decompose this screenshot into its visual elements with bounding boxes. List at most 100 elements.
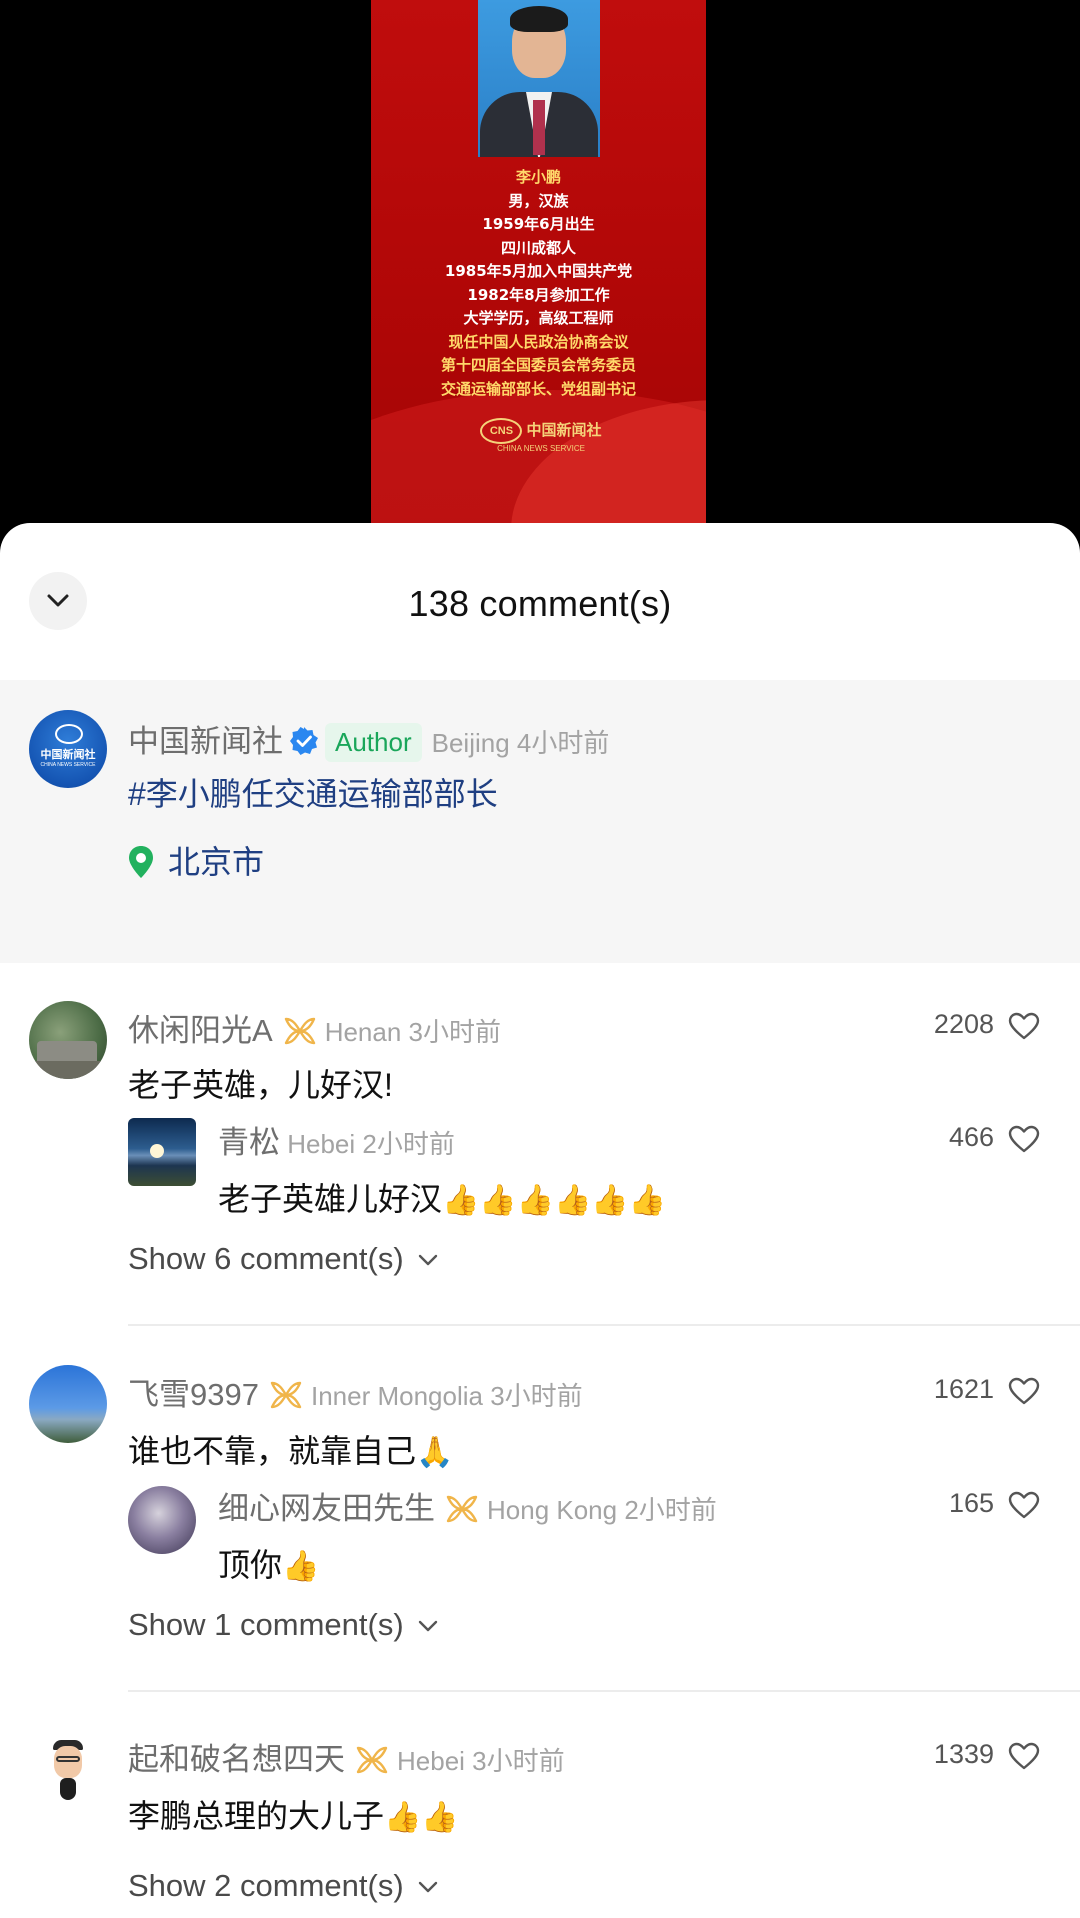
- avatar[interactable]: [29, 1001, 107, 1079]
- like-button[interactable]: 466: [949, 1122, 1040, 1153]
- show-replies-button[interactable]: Show 6 comment(s): [128, 1241, 438, 1277]
- comment-region: Hong Kong: [487, 1495, 618, 1525]
- heart-icon: [1008, 1742, 1040, 1770]
- poster-line: 1959年6月出生: [482, 215, 595, 233]
- like-button[interactable]: 165: [949, 1488, 1040, 1519]
- comment-text-body: 李鹏总理的大儿子: [128, 1798, 385, 1834]
- video-poster: 李小鹏 男，汉族 1959年6月出生 四川成都人 1985年5月加入中国共产党 …: [371, 0, 706, 530]
- username[interactable]: 起和破名想四天: [128, 1742, 345, 1777]
- show-replies-label: Show 2 comment(s): [128, 1868, 404, 1903]
- poster-line: 交通运输部部长、党组副书记: [440, 379, 636, 398]
- comment-time: 3小时前: [490, 1381, 583, 1411]
- comment-text[interactable]: 老子英雄，儿好汉!: [128, 1060, 393, 1106]
- comment-text[interactable]: 李鹏总理的大儿子👍👍: [128, 1791, 459, 1837]
- reply-meta: 细心网友田先生 Hong Kong 2小时前: [218, 1483, 717, 1528]
- location-link[interactable]: 北京市: [128, 837, 264, 883]
- level-badge-icon: [446, 1495, 478, 1523]
- reply-text[interactable]: 老子英雄儿好汉👍👍👍👍👍👍: [218, 1174, 666, 1220]
- thumbs-up-emoji: 👍👍: [384, 1801, 459, 1834]
- like-count: 1339: [933, 1739, 994, 1769]
- like-count: 466: [948, 1122, 994, 1152]
- divider: [128, 1690, 1080, 1692]
- like-count: 2208: [933, 1009, 994, 1039]
- show-replies-label: Show 6 comment(s): [128, 1241, 404, 1276]
- hashtag-link[interactable]: #李小鹏任交通运输部部长: [128, 769, 498, 815]
- video-player[interactable]: 李小鹏 男，汉族 1959年6月出生 四川成都人 1985年5月加入中国共产党 …: [0, 0, 1080, 540]
- show-replies-button[interactable]: Show 2 comment(s): [128, 1868, 438, 1904]
- portrait-photo: [478, 0, 600, 157]
- comment-time: 3小时前: [472, 1746, 565, 1776]
- like-count: 165: [948, 1488, 994, 1518]
- level-badge-icon: [356, 1746, 388, 1774]
- reply-meta: 青松 Hebei 2小时前: [218, 1117, 455, 1162]
- poster-line: 四川成都人: [500, 238, 576, 257]
- avatar-text: 中国新闻社: [40, 749, 96, 761]
- comment-count-title: 138 comment(s): [408, 583, 672, 624]
- poster-line: 男，汉族: [508, 191, 569, 210]
- comment-region: Henan: [324, 1017, 402, 1047]
- poster-line: 1982年8月参加工作: [467, 285, 610, 304]
- reply-text-body: 老子英雄儿好汉: [218, 1181, 443, 1217]
- avatar[interactable]: [29, 1730, 107, 1808]
- avatar[interactable]: [128, 1486, 196, 1554]
- poster-line: 第十四届全国委员会常务委员: [440, 356, 636, 374]
- comment-time: 2小时前: [624, 1495, 717, 1525]
- heart-icon: [1008, 1125, 1040, 1153]
- username[interactable]: 飞雪9397: [128, 1377, 259, 1412]
- comment-region: Hebei: [397, 1746, 465, 1776]
- heart-icon: [1008, 1491, 1040, 1519]
- comment-text-body: 谁也不靠，就靠自己: [128, 1433, 417, 1469]
- author-badge: Author: [325, 723, 422, 762]
- poster-bio: 李小鹏 男，汉族 1959年6月出生 四川成都人 1985年5月加入中国共产党 …: [371, 166, 706, 401]
- comment-meta: 休闲阳光A Henan 3小时前: [128, 1005, 501, 1050]
- poster-line: 李小鹏: [515, 168, 561, 186]
- thumbs-up-emoji: 👍👍👍👍👍👍: [442, 1184, 667, 1217]
- comment-time: 2小时前: [362, 1129, 455, 1159]
- cns-logo-cn: 中国新闻社: [526, 422, 602, 439]
- username[interactable]: 中国新闻社: [128, 724, 283, 759]
- thumbs-up-emoji: 👍: [282, 1550, 320, 1583]
- like-count: 1621: [933, 1374, 994, 1404]
- avatar[interactable]: [29, 1365, 107, 1443]
- comment-time: 3小时前: [408, 1017, 502, 1047]
- username[interactable]: 青松: [218, 1125, 280, 1160]
- like-button[interactable]: 1339: [934, 1739, 1040, 1770]
- comment-region: Inner Mongolia: [310, 1381, 483, 1411]
- reply-text-body: 顶你: [218, 1547, 283, 1583]
- level-badge-icon: [284, 1017, 315, 1045]
- comment-text[interactable]: 谁也不靠，就靠自己🙏: [128, 1426, 453, 1472]
- poster-line: 1985年5月加入中国共产党: [444, 262, 633, 280]
- comment-meta: 中国新闻社 Author Beijing 4小时前: [128, 716, 609, 762]
- comment-sheet: 138 comment(s) 中国新闻社 CHINA NEWS SERVICE …: [0, 523, 1080, 1918]
- location-text: 北京市: [168, 844, 265, 880]
- comment-meta: 飞雪9397 Inner Mongolia 3小时前: [128, 1369, 583, 1414]
- chevron-down-icon: [418, 1881, 437, 1893]
- poster-line: 现任中国人民政治协商会议: [448, 332, 629, 351]
- avatar-subtext: CHINA NEWS SERVICE: [40, 762, 96, 768]
- heart-icon: [1008, 1012, 1040, 1040]
- comment-region: Hebei: [287, 1129, 356, 1159]
- show-replies-button[interactable]: Show 1 comment(s): [128, 1607, 438, 1643]
- location-pin-icon: [129, 846, 153, 878]
- username[interactable]: 休闲阳光A: [128, 1013, 273, 1048]
- username[interactable]: 细心网友田先生: [218, 1491, 435, 1526]
- poster-line: 大学学历，高级工程师: [463, 309, 614, 327]
- chevron-down-icon: [418, 1254, 437, 1266]
- comment-time: 4小时前: [516, 728, 610, 758]
- like-button[interactable]: 2208: [934, 1009, 1040, 1040]
- comment-region: Beijing: [431, 728, 510, 758]
- sheet-header: 138 comment(s): [0, 523, 1080, 680]
- cns-logo: CNS 中国新闻社 CHINA NEWS SERVICE: [471, 418, 611, 454]
- avatar[interactable]: [128, 1118, 196, 1186]
- heart-icon: [1008, 1377, 1040, 1405]
- chevron-down-icon: [418, 1620, 437, 1632]
- level-badge-icon: [270, 1381, 302, 1409]
- divider: [128, 1324, 1080, 1326]
- pray-emoji: 🙏: [416, 1436, 454, 1469]
- author-comment[interactable]: 中国新闻社 CHINA NEWS SERVICE 中国新闻社 Author Bei…: [0, 680, 1080, 963]
- cns-mark: CNS: [480, 418, 523, 444]
- verified-icon: [290, 727, 318, 755]
- like-button[interactable]: 1621: [934, 1374, 1040, 1405]
- avatar[interactable]: 中国新闻社 CHINA NEWS SERVICE: [29, 710, 107, 788]
- reply-text[interactable]: 顶你👍: [218, 1540, 319, 1586]
